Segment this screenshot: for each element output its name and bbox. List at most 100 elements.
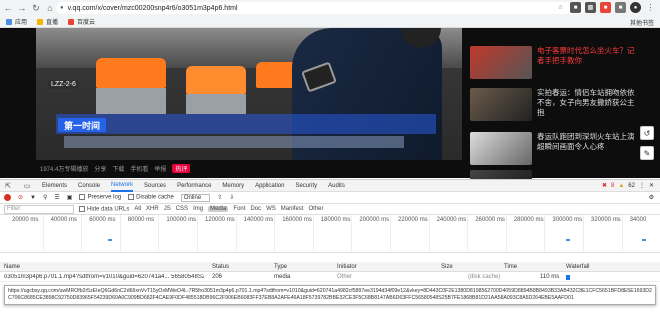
filter-ws[interactable]: WS [266,206,276,212]
news-title[interactable]: 实拍春运：情侣车站拥吻依依不舍，女子向男友撒娇获公主抱 [537,88,637,118]
filter-input[interactable]: Filter [4,204,74,214]
filter-xhr[interactable]: XHR [146,206,159,212]
tab-audits[interactable]: Audits [328,183,345,189]
filter-media[interactable]: Media [208,206,229,212]
timeline-gridline [235,215,237,253]
filter-font[interactable]: Font [233,206,245,212]
news-title[interactable]: 电子客票时代怎么坐火车？记者手把手教你 [537,46,637,66]
search-icon[interactable]: ⚲ [43,194,47,201]
filter-other[interactable]: Other [308,206,323,212]
screenshot-icon[interactable]: ▣ [67,194,73,201]
table-row[interactable]: o3051m3p4p6.p701.1.mp4?sdtfrom=v1010&gui… [0,272,660,282]
import-icon[interactable]: ⇧ [217,194,222,201]
request-time: 110 ms [540,274,560,280]
tab-application[interactable]: Application [255,183,284,189]
col-size[interactable]: Size [441,264,453,270]
request-table: Name Status Type Initiator Size Time Wat… [0,262,660,282]
col-initiator[interactable]: Initiator [337,264,357,270]
record-icon[interactable] [4,194,11,201]
hot-badge[interactable]: 热评 [172,164,191,173]
avatar[interactable]: ● [630,2,641,13]
extension-icon[interactable]: ■ [570,2,581,13]
filter-js[interactable]: JS [164,206,171,212]
other-bookmarks[interactable]: 其他书签 [627,18,654,27]
preserve-log-toggle[interactable]: Preserve log [79,194,121,201]
throttle-select[interactable]: Online [180,193,211,202]
tab-security[interactable]: Security [295,183,317,189]
share-icon[interactable]: ↺ [640,126,654,140]
forward-icon[interactable]: → [16,2,28,14]
export-icon[interactable]: ⇩ [229,194,234,201]
warning-count[interactable]: 62 [628,183,635,189]
bookmark-apps[interactable]: 应用 [6,17,27,26]
back-icon[interactable]: ← [2,2,14,14]
disable-cache-toggle[interactable]: Disable cache [128,194,174,201]
video-player[interactable]: LZZ-2-6 第一时间 [36,28,462,160]
tab-sources[interactable]: Sources [144,183,166,189]
share-link[interactable]: 分享 [94,164,106,173]
request-initiator: Other [337,274,353,280]
filter-img[interactable]: Img [193,206,203,212]
timeline-request-mark [566,239,570,241]
news-item[interactable] [470,168,660,180]
bookmark-baidu-cloud[interactable]: 百度云 [68,17,95,26]
mobile-link[interactable]: 手机看 [130,164,148,173]
filter-css[interactable]: CSS [176,206,188,212]
tab-memory[interactable]: Memory [222,183,244,189]
col-type[interactable]: Type [274,264,287,270]
tab-console[interactable]: Console [78,183,100,189]
inspect-icon[interactable]: ⇱ [4,182,12,190]
timeline-tick-label: 20000 ms [12,217,39,223]
menu-icon[interactable]: ⋮ [645,2,656,13]
settings-icon[interactable]: ⚙ [649,194,654,201]
checkbox[interactable] [79,205,85,212]
more-icon[interactable]: ⋮ [639,182,645,189]
address-bar[interactable]: ● v.qq.com/x/cover/mzc00200snp4r6/o3051m… [56,2,586,14]
timeline-tick-label: 280000 ms [513,217,544,223]
news-title[interactable]: 春运队跑团到深圳火车站上演超瞬间画面令人心疼 [537,132,637,152]
tab-network[interactable]: Network [111,180,134,192]
filter-doc[interactable]: Doc [250,206,261,212]
play-count: 1974.4万专辑播放 [40,167,89,173]
filter-all[interactable]: All [134,206,141,212]
tab-elements[interactable]: Elements [42,183,67,189]
star-icon[interactable]: ☆ [555,2,566,13]
report-link[interactable]: 举报 [154,164,166,173]
error-count[interactable]: 8 [611,183,614,189]
news-item[interactable]: 春运队跑团到深圳火车站上演超瞬间画面令人心疼 [470,130,660,166]
news-item[interactable]: 实拍春运：情侣车站拥吻依依不舍，女子向男友撒娇获公主抱 [470,86,660,122]
tab-performance[interactable]: Performance [177,183,211,189]
close-icon[interactable]: ✕ [649,182,654,189]
timeline-tick-label: 40000 ms [50,217,77,223]
caption-tag: 第一时间 [58,118,107,132]
device-toolbar-icon[interactable]: ▭ [23,182,31,190]
download-link[interactable]: 下载 [112,164,124,173]
col-waterfall[interactable]: Waterfall [566,264,589,270]
reload-icon[interactable]: ↻ [30,2,42,14]
request-name[interactable]: o3051m3p4p6.p701.1.mp4?sdtfrom=v1010&gui… [4,274,204,280]
checkbox[interactable] [128,194,135,201]
bookmark-live[interactable]: 直播 [37,17,58,26]
filter-icon[interactable]: ▼ [30,195,36,201]
news-item[interactable]: 电子客票时代怎么坐火车？记者手把手教你 [470,44,660,80]
request-size: (disk cache) [468,274,501,280]
url-text: v.qq.com/x/cover/mzc00200snp4r6/o3051m3p… [67,4,238,12]
home-icon[interactable]: ⌂ [44,2,56,14]
hide-data-urls-toggle[interactable]: Hide data URLs [79,205,129,212]
feedback-icon[interactable]: ✎ [640,146,654,160]
clear-icon[interactable]: ⊘ [18,194,23,201]
view-icon[interactable]: ☰ [54,194,59,201]
col-time[interactable]: Time [504,264,517,270]
news-sidebar: 电子客票时代怎么坐火车？记者手把手教你 实拍春运：情侣车站拥吻依依不舍，女子向男… [470,28,660,180]
timeline-gridline [544,215,546,253]
network-overview[interactable]: 20000 ms 40000 ms 60000 ms 80000 ms 100000 m… [0,215,660,253]
timeline-gridline [621,215,623,253]
news-thumbnail [470,46,532,79]
extension-icon[interactable]: ■ [600,2,611,13]
checkbox[interactable] [79,194,86,201]
col-name[interactable]: Name [4,264,20,270]
col-status[interactable]: Status [212,264,229,270]
extension-icon[interactable]: ▩ [585,2,596,13]
extension-icon[interactable]: ■ [615,2,626,13]
filter-manifest[interactable]: Manifest [281,206,304,212]
